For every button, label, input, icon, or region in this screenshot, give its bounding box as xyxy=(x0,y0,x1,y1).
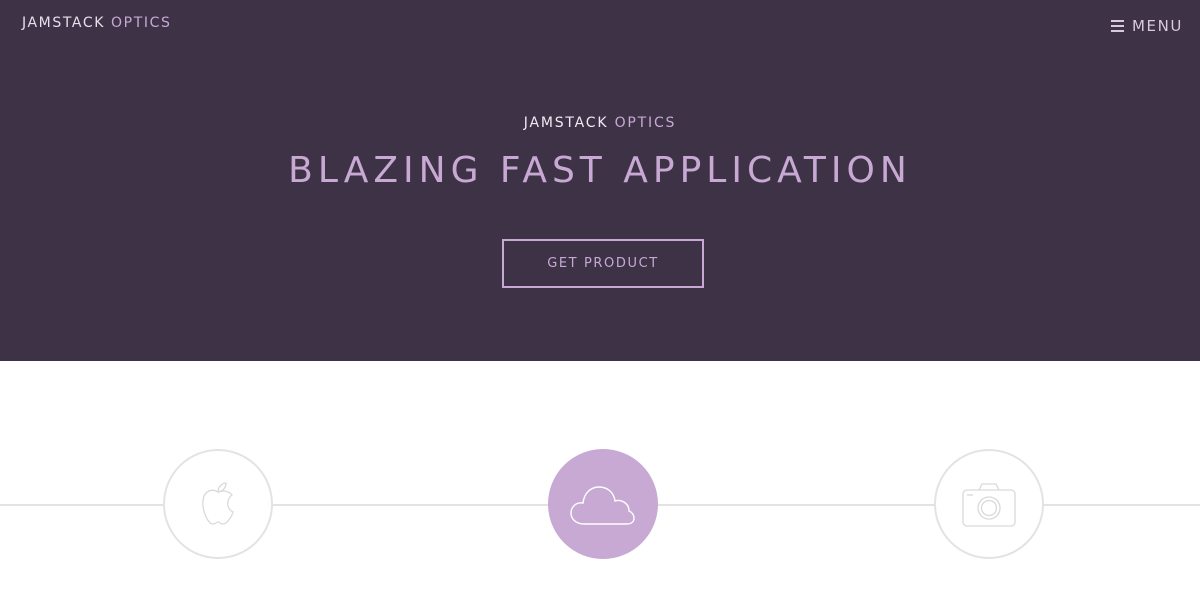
brand-secondary: OPTICS xyxy=(111,15,172,31)
camera-icon xyxy=(962,483,1016,527)
apple-icon xyxy=(202,482,234,525)
feature-camera[interactable] xyxy=(934,449,1044,559)
hero-title: BLAZING FAST APPLICATION xyxy=(288,150,912,191)
get-product-button[interactable]: GET PRODUCT xyxy=(502,239,704,288)
feature-cloud[interactable] xyxy=(548,449,658,559)
cloud-icon xyxy=(570,486,635,525)
menu-button[interactable]: MENU xyxy=(1110,17,1183,35)
brand-logo[interactable]: JAMSTACK OPTICS xyxy=(22,15,171,31)
hamburger-icon xyxy=(1110,20,1124,32)
brand-primary: JAMSTACK xyxy=(22,15,105,31)
hero-kicker-primary: JAMSTACK xyxy=(523,115,609,131)
hero-section: JAMSTACK OPTICS MENU JAMSTACK OPTICS BLA… xyxy=(0,0,1200,361)
feature-apple[interactable] xyxy=(163,449,273,559)
menu-label: MENU xyxy=(1131,17,1183,35)
hero-kicker: JAMSTACK OPTICS xyxy=(0,115,1200,131)
hero-kicker-secondary: OPTICS xyxy=(614,115,677,131)
